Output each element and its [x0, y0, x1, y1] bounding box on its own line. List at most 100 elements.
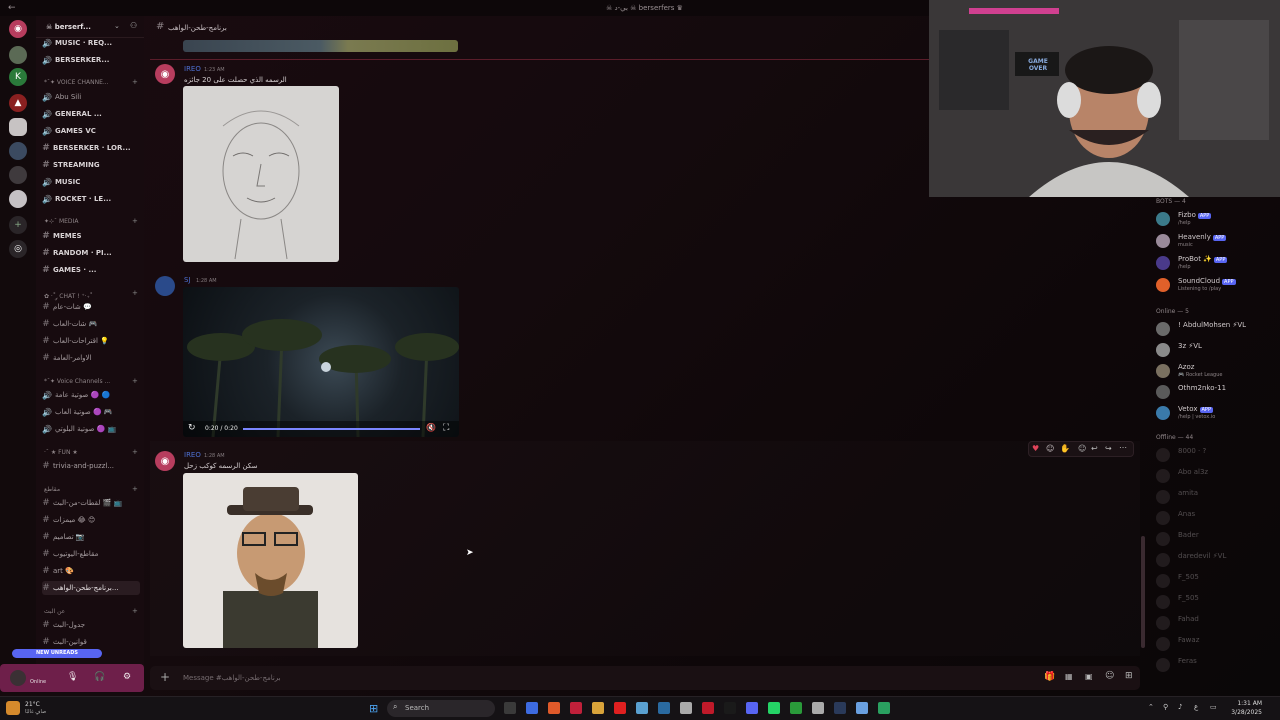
mute-icon[interactable]: 🔇 [426, 423, 436, 432]
member-item[interactable]: daredevil ⚡VL [1156, 551, 1276, 571]
sticker-icon[interactable]: ▣ [1085, 672, 1093, 681]
channel-item[interactable]: # قوانين-البث [42, 635, 140, 649]
taskbar-app-icon[interactable] [878, 702, 890, 714]
message-username[interactable]: IREO [184, 65, 201, 73]
battery-icon[interactable]: ▭ [1210, 703, 1217, 711]
member-item[interactable]: 3z ⚡VL [1156, 341, 1276, 361]
server-icon[interactable] [9, 166, 27, 184]
create-channel-icon[interactable]: + [132, 289, 138, 297]
channel-item[interactable]: # STREAMING [42, 158, 140, 172]
taskbar-app-icon[interactable] [834, 702, 846, 714]
taskbar-app-icon[interactable] [548, 702, 560, 714]
taskbar-app-icon[interactable] [812, 702, 824, 714]
discord-home-icon[interactable]: ◉ [9, 20, 27, 38]
taskbar-app-icon[interactable] [504, 702, 516, 714]
server-header[interactable]: ☠ berserf... ⌄ ⚇ [36, 16, 144, 38]
member-item[interactable]: Fawaz [1156, 635, 1276, 655]
channel-item[interactable]: # trivia-and-puzzl... [42, 459, 140, 473]
channel-item[interactable]: # اقتراحات-العاب 💡 [42, 334, 140, 348]
channel-item[interactable]: 🔊 MUSIC · REQ... [42, 36, 140, 50]
taskbar-app-icon[interactable] [570, 702, 582, 714]
server-icon[interactable]: K [9, 68, 27, 86]
chevron-up-icon[interactable]: ⌃ [1148, 703, 1154, 711]
back-arrow-icon[interactable]: ← [8, 3, 16, 13]
language-icon[interactable]: ع [1194, 703, 1198, 711]
taskbar-app-icon[interactable] [614, 702, 626, 714]
server-icon[interactable] [9, 142, 27, 160]
member-item[interactable]: F_505 [1156, 593, 1276, 613]
channel-item[interactable]: # GAMES · ... [42, 263, 140, 277]
taskbar-app-icon[interactable] [856, 702, 868, 714]
server-icon[interactable] [9, 46, 27, 64]
clock-time[interactable]: 1:31 AM [1228, 700, 1262, 707]
taskbar-app-icon[interactable] [746, 702, 758, 714]
channel-item[interactable]: 🔊 صوتية العاب 🟣 🎮 [42, 405, 140, 419]
channel-item[interactable]: # جدول-البث [42, 618, 140, 632]
channel-item[interactable]: # الاوامر-العامة [42, 351, 140, 365]
channel-item[interactable]: # RANDOM · PI... [42, 246, 140, 260]
channel-item-active[interactable]: # برنامج-طحن-الواهب... [42, 581, 140, 595]
add-reaction-icon[interactable]: ☺ [1078, 444, 1086, 453]
walter-art-image[interactable] [183, 473, 358, 648]
channel-item[interactable]: # شات-العاب 🎮 [42, 317, 140, 331]
video-scrubber[interactable] [243, 428, 420, 430]
add-server-icon[interactable]: + [9, 216, 27, 234]
hand-reaction-icon[interactable]: ✋ [1060, 444, 1070, 453]
sketch-image[interactable] [183, 86, 339, 262]
member-item[interactable]: Anas [1156, 509, 1276, 529]
avatar[interactable]: ◉ [155, 451, 175, 471]
member-item[interactable]: Heavenly APP music [1156, 232, 1276, 252]
gift-icon[interactable]: 🎁 [1044, 672, 1055, 682]
explore-icon[interactable]: ◎ [9, 240, 27, 258]
channel-item[interactable]: 🔊 Abu Sili [42, 90, 140, 104]
channel-category[interactable]: ·˚ ★ FUN ★ [44, 449, 140, 456]
create-channel-icon[interactable]: + [132, 217, 138, 225]
taskbar-app-icon[interactable] [702, 702, 714, 714]
channel-category[interactable]: مقاطع [44, 486, 140, 493]
server-icon[interactable]: ▲ [9, 94, 27, 112]
channel-item[interactable]: 🔊 صوتية عامة 🟣 🔵 [42, 388, 140, 402]
member-item[interactable]: SoundCloud APP Listening to /play [1156, 276, 1276, 296]
channel-category[interactable]: ✦⊹˚ MEDIA [44, 218, 140, 225]
member-item[interactable]: Vetox APP/help | vetox.io [1156, 404, 1276, 424]
add-member-icon[interactable]: ⚇ [130, 21, 137, 30]
attach-plus-icon[interactable]: + [160, 670, 170, 684]
member-item[interactable]: Feras [1156, 656, 1276, 676]
channel-category[interactable]: *˚✦ VOICE CHANNE... [44, 79, 140, 86]
channel-item[interactable]: 🔊 GENERAL ... [42, 107, 140, 121]
create-channel-icon[interactable]: + [132, 377, 138, 385]
member-item[interactable]: Abo al3z [1156, 467, 1276, 487]
reply-icon[interactable]: ↩ [1091, 444, 1098, 453]
member-item[interactable]: ProBot ✨ APP/help [1156, 254, 1276, 274]
channel-item[interactable]: 🔊 MUSIC [42, 175, 140, 189]
taskbar-app-icon[interactable] [636, 702, 648, 714]
channel-item[interactable]: # art 🎨 [42, 564, 140, 578]
chevron-down-icon[interactable]: ⌄ [114, 22, 120, 30]
taskbar-app-icon[interactable] [768, 702, 780, 714]
taskbar-app-icon[interactable] [526, 702, 538, 714]
channel-category[interactable]: عن البث [44, 608, 140, 615]
new-unreads-pill[interactable]: NEW UNREADS [12, 649, 102, 658]
network-icon[interactable]: ⚲ [1163, 703, 1168, 711]
channel-item[interactable]: # شات-عام 💬 [42, 300, 140, 314]
channel-item[interactable]: # BERSERKER · LOR... [42, 141, 140, 155]
member-item[interactable]: amita [1156, 488, 1276, 508]
replay-icon[interactable]: ↻ [188, 423, 196, 433]
member-item[interactable]: 8000 · ? [1156, 446, 1276, 466]
settings-gear-icon[interactable]: ⚙ [123, 672, 131, 682]
apps-icon[interactable]: ⊞ [1125, 671, 1133, 681]
member-item[interactable]: Azoz 🎮 Rocket League [1156, 362, 1276, 382]
avatar[interactable]: ◉ [155, 64, 175, 84]
channel-item[interactable]: 🔊 ROCKET · LE... [42, 192, 140, 206]
headphones-icon[interactable]: 🎧 [94, 672, 105, 682]
create-channel-icon[interactable]: + [132, 485, 138, 493]
taskbar-search[interactable]: ⌕ Search [387, 700, 495, 717]
message-username[interactable]: SJ [184, 276, 191, 284]
fullscreen-icon[interactable]: ⛶ [443, 423, 449, 433]
emoji-icon[interactable]: ☺ [1105, 671, 1114, 681]
speaker-icon[interactable]: ♪ [1178, 703, 1182, 711]
create-channel-icon[interactable]: + [132, 448, 138, 456]
avatar[interactable] [155, 276, 175, 296]
gif-icon[interactable]: ▦ [1065, 672, 1073, 681]
member-item[interactable]: Fahad [1156, 614, 1276, 634]
